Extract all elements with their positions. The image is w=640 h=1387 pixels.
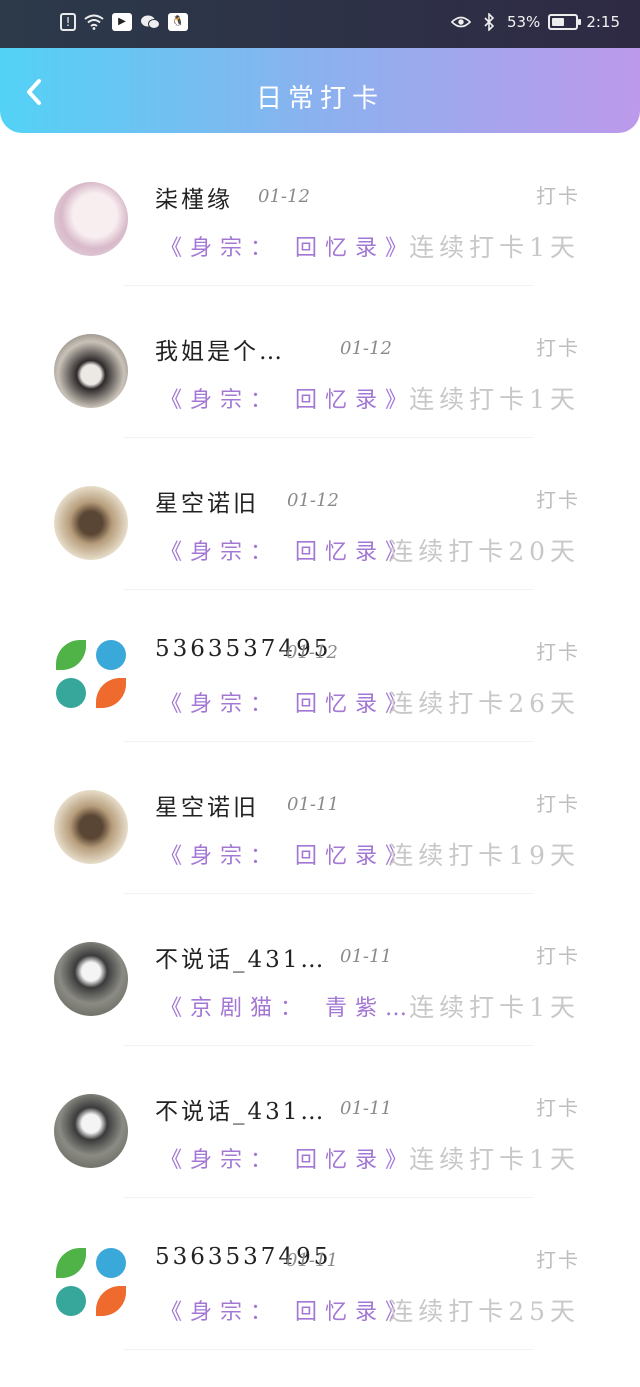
- checkin-item[interactable]: 星空诺旧 01-12 打卡《身宗： 回忆录》 连续打卡20天: [0, 456, 640, 608]
- avatar-leaf-shape: [96, 678, 126, 708]
- avatar-leaf-shape: [96, 1248, 126, 1278]
- user-name[interactable]: 不说话_431…: [155, 940, 326, 974]
- eye-icon: [450, 12, 471, 32]
- checkin-item[interactable]: 5363537495 01-12 打卡 《身宗： 回忆录》 连续打卡26天: [0, 608, 640, 760]
- checkin-label: 打卡: [536, 640, 580, 664]
- item-divider: [124, 893, 534, 894]
- checkin-item[interactable]: 不说话_431… 01-11 打卡《身宗： 回忆录》 连续打卡1天: [0, 1064, 640, 1216]
- item-divider: [124, 741, 534, 742]
- checkin-item[interactable]: 不说话_431… 01-11 打卡《京剧猫： 青紫… 连续打卡1天: [0, 912, 640, 1064]
- status-right-icons: 53% 2:15: [450, 12, 620, 32]
- checkin-label: 打卡: [536, 184, 580, 208]
- user-name[interactable]: 我姐是个…: [155, 332, 285, 366]
- book-title-link[interactable]: 《身宗： 回忆录》: [160, 534, 415, 566]
- checkin-date: 01-11: [340, 1098, 392, 1119]
- user-avatar[interactable]: [54, 790, 128, 864]
- user-avatar[interactable]: [54, 1246, 128, 1320]
- battery-level: [552, 18, 565, 26]
- user-avatar[interactable]: [54, 486, 128, 560]
- status-left-icons: ! ▶ 🐧: [60, 12, 188, 32]
- item-divider: [124, 1045, 534, 1046]
- checkin-label: 打卡: [536, 1096, 580, 1120]
- checkin-date: 01-12: [258, 186, 310, 207]
- book-title-link[interactable]: 《身宗： 回忆录》: [160, 1294, 415, 1326]
- book-title-link[interactable]: 《身宗： 回忆录》: [160, 686, 415, 718]
- user-avatar[interactable]: [54, 182, 128, 256]
- book-title-link[interactable]: 《身宗： 回忆录》: [160, 382, 415, 414]
- page-title: 日常打卡: [255, 84, 384, 114]
- item-divider: [124, 589, 534, 590]
- bluetooth-icon: [479, 12, 499, 32]
- avatar-leaf-shape: [96, 640, 126, 670]
- user-name[interactable]: 不说话_431…: [155, 1092, 326, 1126]
- user-name[interactable]: 星空诺旧: [155, 788, 259, 822]
- app-header: 日常打卡: [0, 48, 640, 133]
- book-title-link[interactable]: 《身宗： 回忆录》: [160, 1142, 415, 1174]
- status-bar: ! ▶ 🐧 53% 2:15: [0, 0, 640, 48]
- streak-text: 连续打卡26天: [388, 689, 580, 718]
- checkin-label: 打卡: [536, 792, 580, 816]
- checkin-date: 01-12: [287, 490, 339, 511]
- book-title-link[interactable]: 《身宗： 回忆录》: [160, 230, 415, 262]
- checkin-item[interactable]: 5363537495 01-11 打卡 《身宗： 回忆录》 连续打卡25天: [0, 1216, 640, 1368]
- item-divider: [124, 437, 534, 438]
- battery-tip: [578, 19, 582, 25]
- battery-percent: 53%: [506, 13, 541, 31]
- avatar-leaf-shape: [56, 678, 86, 708]
- book-title-link[interactable]: 《身宗： 回忆录》: [160, 838, 415, 870]
- user-avatar[interactable]: [54, 638, 128, 712]
- checkin-label: 打卡: [536, 488, 580, 512]
- status-time: 2:15: [586, 13, 620, 31]
- checkin-date: 01-12: [286, 642, 338, 663]
- checkin-item[interactable]: 柒槿缘 01-12 打卡《身宗： 回忆录》 连续打卡1天: [0, 152, 640, 304]
- item-divider: [124, 1197, 534, 1198]
- streak-text: 连续打卡1天: [409, 233, 580, 262]
- user-avatar[interactable]: [54, 942, 128, 1016]
- qq-icon: 🐧: [168, 13, 188, 31]
- item-divider: [124, 285, 534, 286]
- avatar-leaf-shape: [96, 1286, 126, 1316]
- user-avatar[interactable]: [54, 334, 128, 408]
- checkin-date: 01-11: [340, 946, 392, 967]
- avatar-leaf-shape: [56, 1248, 86, 1278]
- checkin-label: 打卡: [536, 336, 580, 360]
- book-title-link[interactable]: 《京剧猫： 青紫…: [160, 990, 415, 1022]
- streak-text: 连续打卡1天: [409, 385, 580, 414]
- item-divider: [124, 1349, 534, 1350]
- user-name[interactable]: 星空诺旧: [155, 484, 259, 518]
- wifi-icon: [84, 12, 104, 32]
- streak-text: 连续打卡1天: [409, 993, 580, 1022]
- user-name[interactable]: 柒槿缘: [155, 180, 233, 214]
- checkin-label: 打卡: [536, 944, 580, 968]
- video-app-icon: ▶: [112, 13, 132, 31]
- alert-icon: !: [60, 13, 76, 31]
- wechat-icon: [140, 12, 160, 32]
- streak-text: 连续打卡20天: [388, 537, 580, 566]
- avatar-leaf-shape: [56, 1286, 86, 1316]
- avatar-leaf-shape: [56, 640, 86, 670]
- checkin-date: 01-11: [286, 1250, 338, 1271]
- streak-text: 连续打卡1天: [409, 1145, 580, 1174]
- streak-text: 连续打卡25天: [388, 1297, 580, 1326]
- battery-icon: [548, 14, 582, 30]
- checkin-date: 01-12: [340, 338, 392, 359]
- streak-text: 连续打卡19天: [388, 841, 580, 870]
- checkin-label: 打卡: [536, 1248, 580, 1272]
- checkin-item[interactable]: 我姐是个… 01-12 打卡《身宗： 回忆录》 连续打卡1天: [0, 304, 640, 456]
- user-avatar[interactable]: [54, 1094, 128, 1168]
- checkin-list: 柒槿缘 01-12 打卡 《身宗： 回忆录》 连续打卡1天 我姐是个… 01-12 打卡 《身宗…: [0, 152, 640, 1368]
- checkin-date: 01-11: [287, 794, 339, 815]
- checkin-item[interactable]: 星空诺旧 01-11 打卡《身宗： 回忆录》 连续打卡19天: [0, 760, 640, 912]
